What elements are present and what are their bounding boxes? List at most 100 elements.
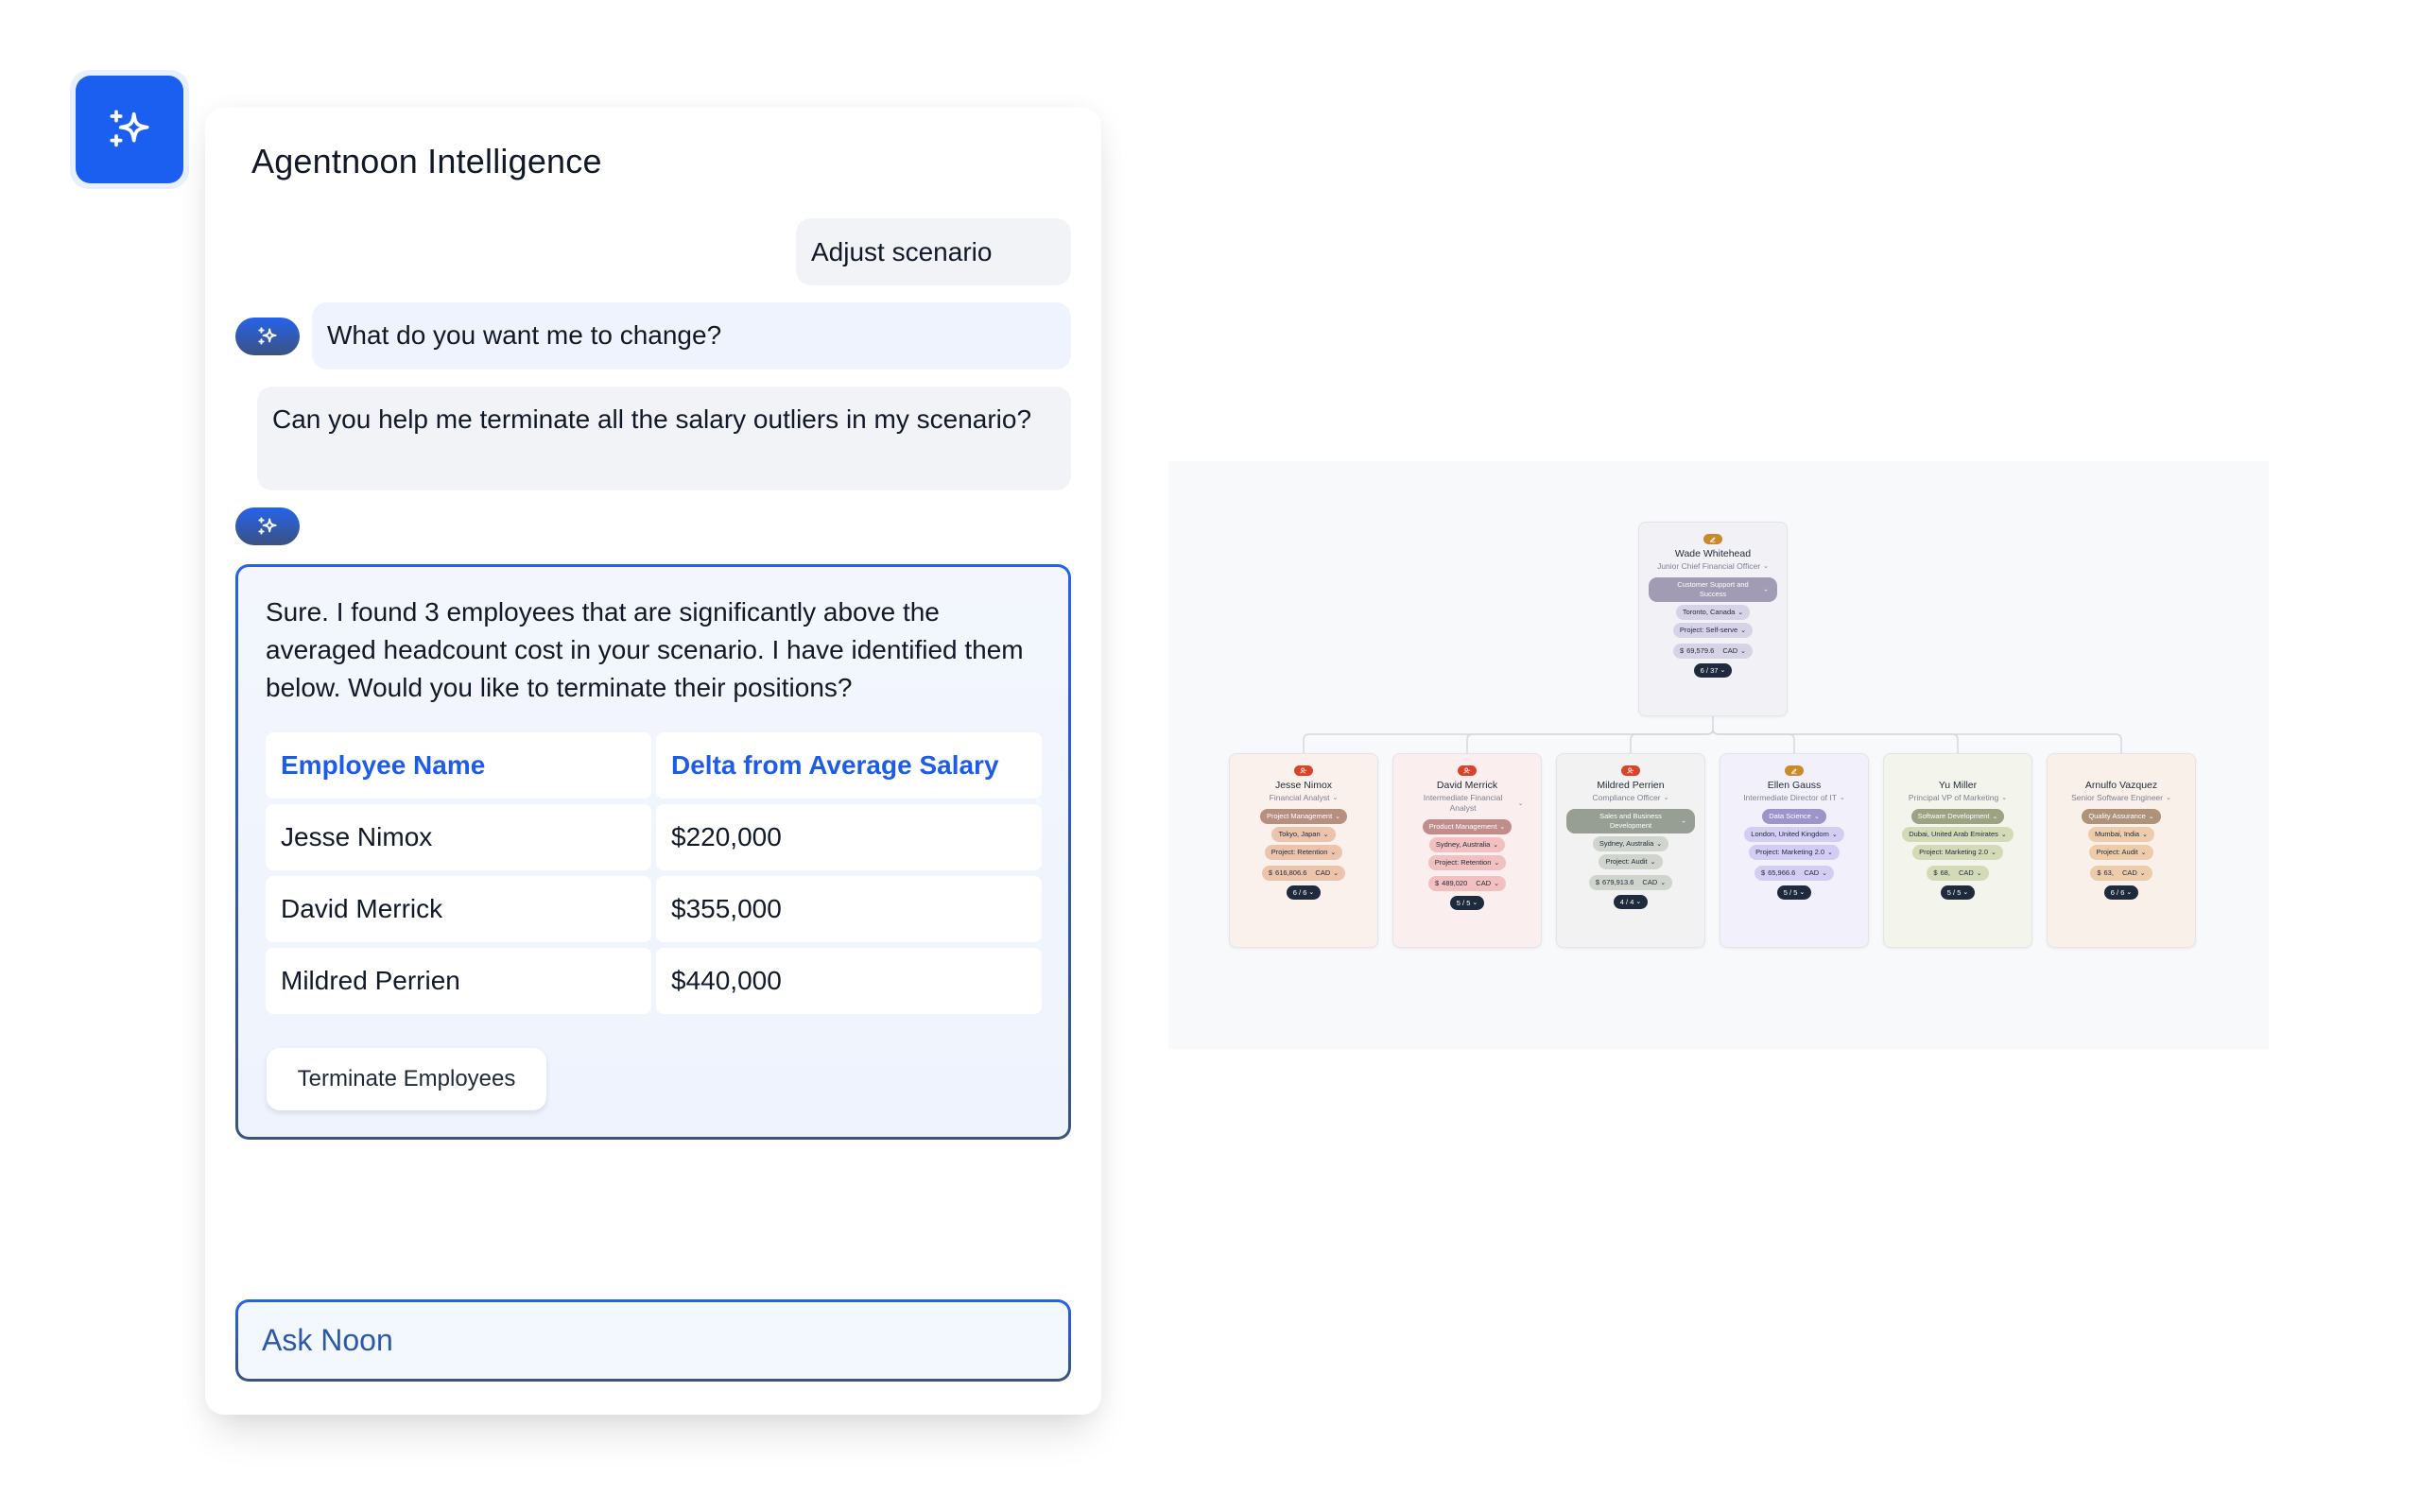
location-chip[interactable]: Dubai, United Arab Emirates ⌄ [1902, 827, 2014, 842]
connector-branch [1712, 728, 1959, 753]
org-card[interactable]: Jesse Nimox Financial Analyst ⌄ Project Man… [1229, 753, 1378, 948]
location-chip[interactable]: Toronto, Canada ⌄ [1675, 605, 1751, 620]
role-label: Intermediate Director of IT [1743, 793, 1837, 802]
department-chip[interactable]: Product Management ⌄ [1422, 819, 1512, 834]
department-chip[interactable]: Data Science ⌄ [1762, 809, 1826, 824]
chevron-down-icon: ⌄ [1494, 859, 1500, 867]
chevron-down-icon: ⌄ [2142, 831, 2148, 838]
reports-count-badge[interactable]: 5 / 5 ⌄ [1449, 896, 1485, 910]
location-chip[interactable]: Sydney, Australia ⌄ [1592, 836, 1669, 851]
location-chip[interactable]: Sydney, Australia ⌄ [1428, 837, 1506, 852]
cell-delta: $220,000 [656, 804, 1042, 870]
connector-branch [1630, 728, 1714, 753]
project-chip[interactable]: Project: Retention ⌄ [1427, 855, 1507, 870]
location-chip[interactable]: Mumbai, India ⌄ [2088, 827, 2154, 842]
org-card[interactable]: Yu Miller Principal VP of Marketing ⌄ Softw… [1883, 753, 2032, 948]
location-chip[interactable]: Tokyo, Japan ⌄ [1271, 827, 1336, 842]
salary-chip[interactable]: $ 69,579.6 CAD ⌄ [1672, 644, 1754, 659]
status-badge[interactable] [1294, 765, 1313, 776]
location-chip-label: Mumbai, India [2095, 830, 2140, 838]
project-chip[interactable]: Project: Marketing 2.0 ⌄ [1912, 845, 2003, 860]
user-minus-icon [1463, 767, 1471, 774]
org-card[interactable]: Ellen Gauss Intermediate Director of IT ⌄ D… [1720, 753, 1869, 948]
project-chip[interactable]: Project: Audit ⌄ [2089, 845, 2153, 860]
salary-chip[interactable]: $ 65,966.6 CAD ⌄ [1754, 866, 1835, 881]
project-chip[interactable]: Project: Audit ⌄ [1599, 854, 1663, 869]
salary-chip[interactable]: $ 68, CAD ⌄ [1927, 866, 1989, 881]
outliers-table: Employee Name Delta from Average Salary … [266, 732, 1043, 1020]
department-chip[interactable]: Project Management ⌄ [1259, 809, 1348, 824]
location-chip[interactable]: London, United Kingdom ⌄ [1744, 827, 1844, 842]
chevron-down-icon: ⌄ [1330, 849, 1337, 856]
reports-count-badge[interactable]: 5 / 5 ⌄ [1776, 885, 1812, 900]
location-chip-label: Toronto, Canada [1682, 608, 1736, 616]
status-badge[interactable] [1703, 534, 1722, 544]
role-selector[interactable]: Financial Analyst ⌄ [1260, 793, 1348, 803]
role-selector[interactable]: Principal VP of Marketing ⌄ [1899, 793, 2016, 803]
chevron-down-icon: ⌄ [1333, 869, 1340, 877]
salary-chip[interactable]: $ 616,806.6 CAD ⌄ [1261, 866, 1346, 881]
chevron-down-icon: ⌄ [1740, 647, 1747, 655]
project-chip[interactable]: Project: Retention ⌄ [1264, 845, 1343, 860]
org-card[interactable]: Mildred Perrien Compliance Officer ⌄ Sales … [1556, 753, 1705, 948]
org-card-root[interactable]: Wade Whitehead Junior Chief Financial Off… [1638, 522, 1788, 716]
project-chip[interactable]: Project: Self-serve ⌄ [1672, 623, 1754, 638]
salary-chip[interactable]: $ 63, CAD ⌄ [2090, 866, 2152, 881]
status-badge[interactable] [1621, 765, 1640, 776]
response-text: Sure. I found 3 employees that are signi… [266, 597, 1024, 702]
project-chip[interactable]: Project: Marketing 2.0 ⌄ [1749, 845, 1840, 860]
chevron-down-icon: ⌄ [1493, 841, 1499, 849]
reports-count: 4 / 4 [1619, 898, 1634, 906]
org-card[interactable]: Arnulfo Vazquez Senior Software Engineer ⌄… [2047, 753, 2196, 948]
department-chip-label: Product Management [1428, 822, 1497, 831]
role-label: Compliance Officer [1592, 793, 1661, 802]
employee-name: Arnulfo Vazquez [2084, 780, 2158, 791]
message-text: What do you want me to change? [327, 320, 722, 350]
chevron-down-icon: ⌄ [1827, 849, 1833, 856]
reports-count-badge[interactable]: 6 / 6 ⌄ [1286, 885, 1322, 900]
role-selector[interactable]: Intermediate Financial Analyst ⌄ [1402, 793, 1533, 814]
location-chip-label: Sydney, Australia [1599, 839, 1654, 848]
chevron-down-icon: ⌄ [1472, 900, 1478, 906]
currency-symbol: $ [1679, 646, 1685, 655]
table-row: Mildred Perrien $440,000 [266, 948, 1043, 1014]
role-selector[interactable]: Senior Software Engineer ⌄ [2062, 793, 2181, 803]
department-chip[interactable]: Quality Assurance ⌄ [2082, 809, 2161, 824]
status-badge[interactable] [1458, 765, 1477, 776]
role-selector[interactable]: Compliance Officer ⌄ [1583, 793, 1679, 803]
message-text: Can you help me terminate all the salary… [272, 404, 1032, 434]
connector-branch [1303, 728, 1714, 753]
chevron-down-icon: ⌄ [2148, 813, 2154, 820]
reports-count-badge[interactable]: 6 / 6 ⌄ [2103, 885, 2139, 900]
connector-branch [1712, 728, 2122, 753]
salary-chip[interactable]: $ 489,020 CAD ⌄ [1427, 876, 1506, 891]
user-message: Can you help me terminate all the salary… [257, 387, 1071, 490]
department-chip[interactable]: Sales and Business Development ⌄ [1566, 809, 1695, 833]
salary-chip[interactable]: $ 679,913.6 CAD ⌄ [1588, 875, 1673, 890]
department-chip[interactable]: Customer Support and Success ⌄ [1649, 577, 1777, 602]
ask-noon-input[interactable] [262, 1323, 1068, 1358]
org-chart-canvas[interactable]: Wade Whitehead Junior Chief Financial Off… [1168, 461, 2269, 1049]
chevron-down-icon: ⌄ [2000, 831, 2007, 838]
salary-value: 616,806.6 [1275, 868, 1307, 877]
cell-delta: $355,000 [656, 876, 1042, 942]
reports-count-badge[interactable]: 6 / 37 ⌄ [1693, 663, 1733, 678]
ai-launcher-button[interactable] [76, 76, 183, 183]
currency-symbol: $ [1434, 879, 1440, 887]
reports-count: 6 / 6 [1292, 888, 1307, 897]
reports-count-badge[interactable]: 5 / 5 ⌄ [1940, 885, 1976, 900]
cell-employee-name: Mildred Perrien [266, 948, 651, 1014]
status-badge[interactable] [1785, 765, 1804, 776]
terminate-employees-button[interactable]: Terminate Employees [267, 1048, 546, 1110]
org-card[interactable]: David Merrick Intermediate Financial Anal… [1392, 753, 1542, 948]
role-label: Principal VP of Marketing [1908, 793, 1999, 802]
department-chip[interactable]: Software Development ⌄ [1910, 809, 2005, 824]
project-chip-label: Project: Retention [1270, 848, 1328, 856]
chevron-down-icon: ⌄ [2166, 795, 2171, 801]
reports-count-badge[interactable]: 4 / 4 ⌄ [1613, 895, 1649, 909]
department-chip-label: Data Science [1769, 812, 1811, 820]
role-selector[interactable]: Intermediate Director of IT ⌄ [1734, 793, 1855, 803]
role-selector[interactable]: Junior Chief Financial Officer ⌄ [1648, 561, 1778, 572]
currency-symbol: $ [1268, 868, 1273, 877]
chevron-down-icon: ⌄ [1813, 813, 1820, 820]
